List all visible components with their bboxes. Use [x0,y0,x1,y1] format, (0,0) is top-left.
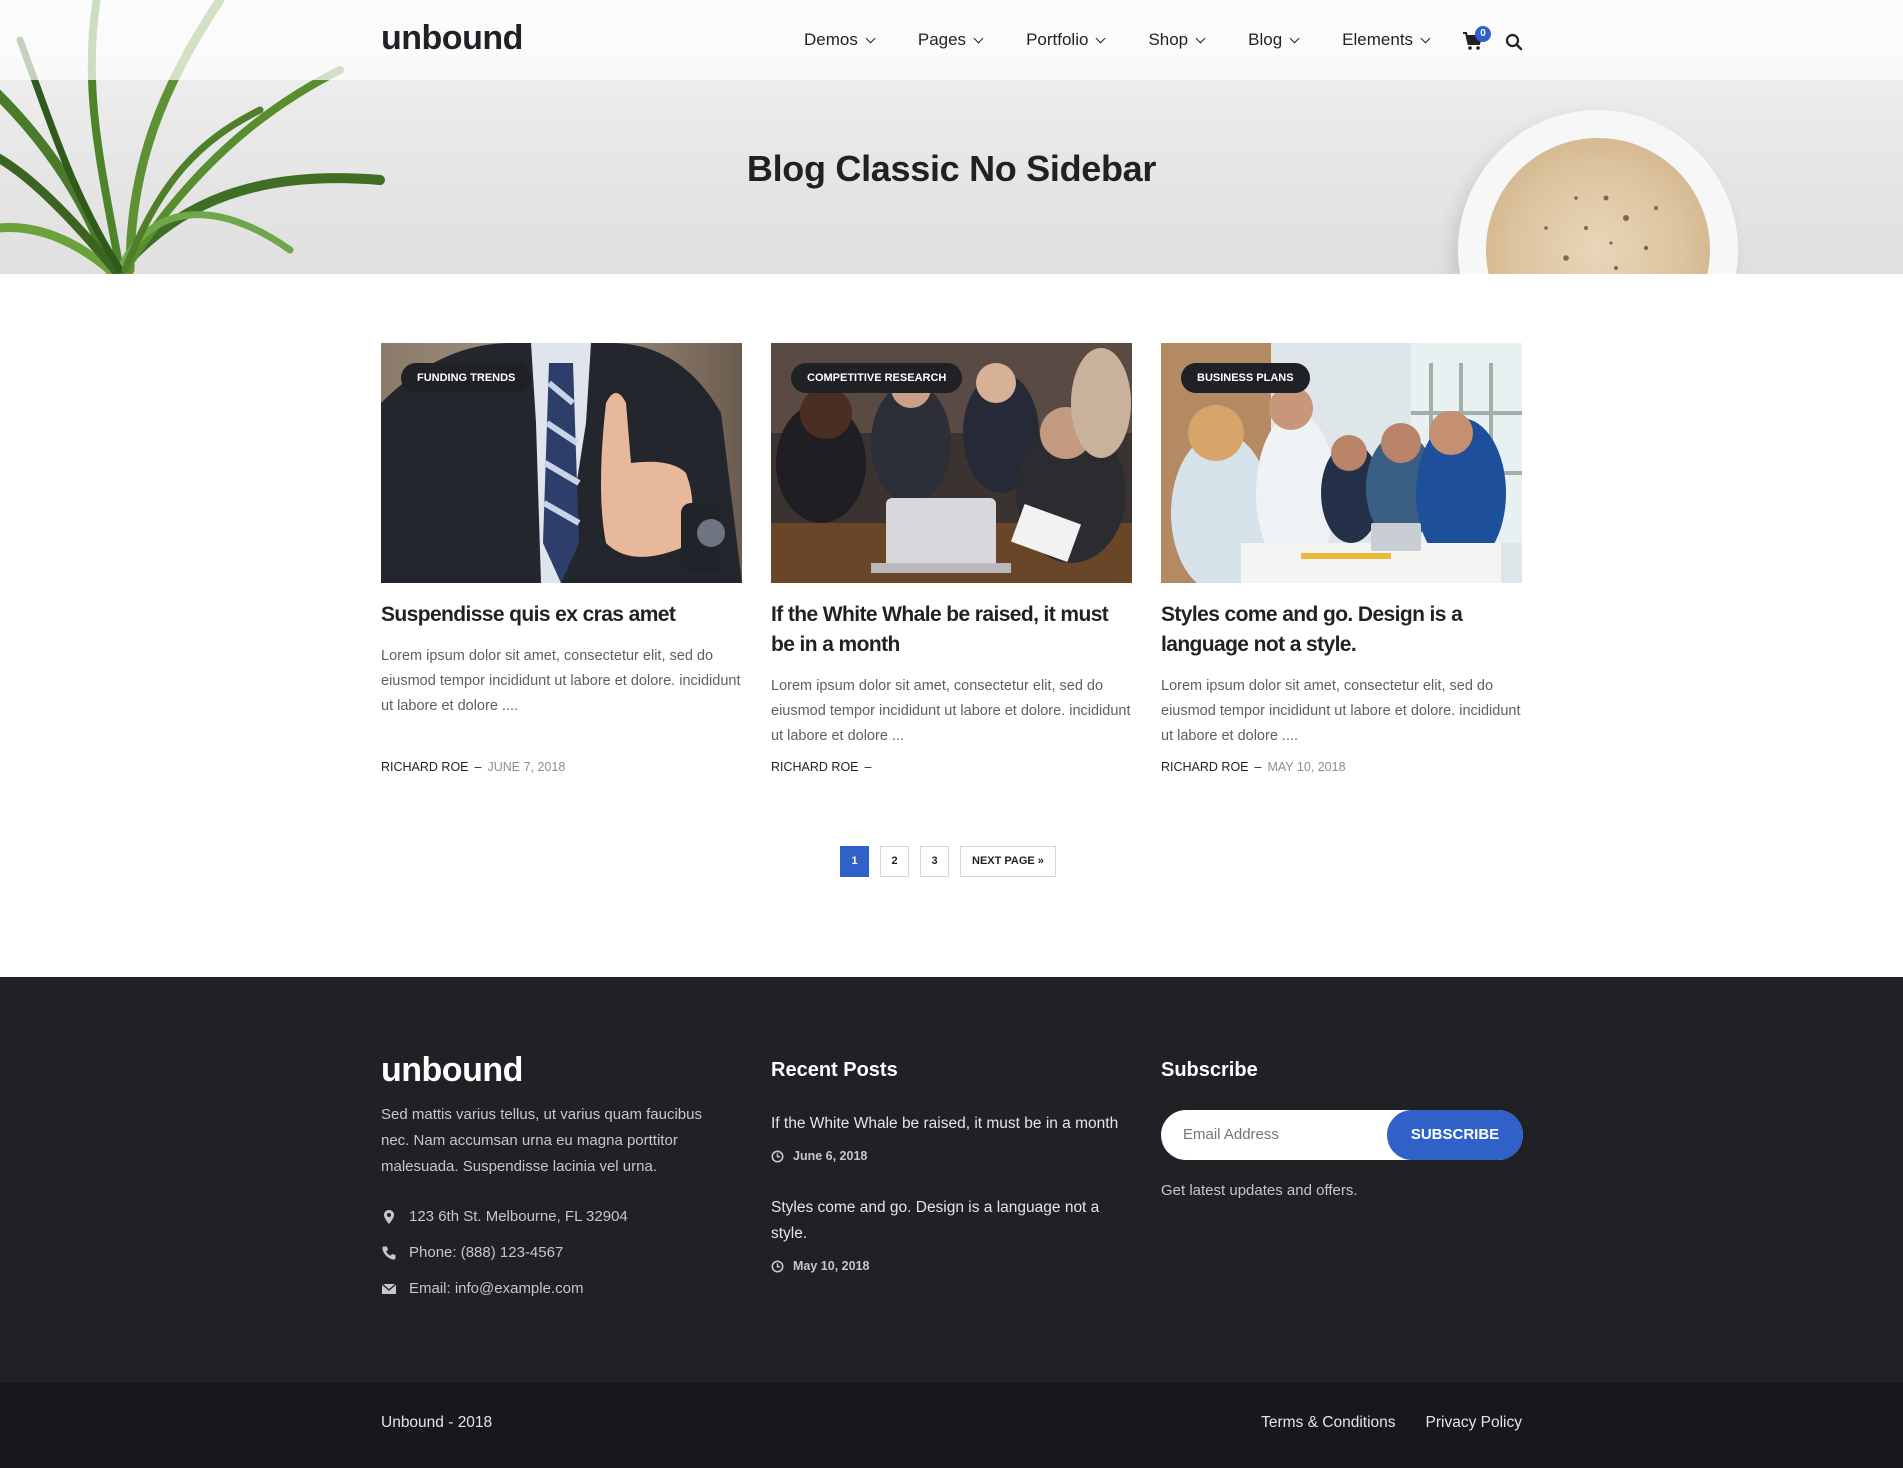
post-card: FUNDING TRENDS Suspendisse quis ex cras … [381,343,742,774]
footer: unbound Sed mattis varius tellus, ut var… [0,977,1903,1383]
chevron-down-icon [1289,33,1300,43]
footer-phone: Phone: (888) 123-4567 [381,1244,563,1261]
main-nav: Demos Pages Portfolio Shop Blog Elements [804,30,1473,50]
nav-item-portfolio[interactable]: Portfolio [1026,30,1106,50]
map-pin-icon [384,1209,394,1224]
post-author[interactable]: RICHARD ROE [1161,760,1249,774]
subscribe-button[interactable]: SUBSCRIBE [1387,1110,1523,1160]
copyright-text: Unbound - 2018 [381,1414,493,1431]
post-image[interactable]: FUNDING TRENDS [381,343,742,583]
post-date: MAY 10, 2018 [1267,760,1346,774]
chevron-down-icon [1195,33,1206,43]
recent-post-date-text: June 6, 2018 [793,1149,868,1163]
recent-post-date: June 6, 2018 [771,1149,867,1163]
post-card: BUSINESS PLANS Styles come and go. Desig… [1161,343,1522,774]
nav-label: Elements [1342,30,1414,49]
post-category-tag[interactable]: FUNDING TRENDS [401,363,532,393]
post-meta: RICHARD ROE – MAY 10, 2018 [1161,760,1346,774]
subscribe-form: SUBSCRIBE [1161,1110,1523,1160]
page-title: Blog Classic No Sidebar [746,148,1157,189]
subscribe-heading: Subscribe [1161,1059,1258,1081]
footer-logo[interactable]: unbound [381,1051,523,1090]
chevron-down-icon [973,33,984,43]
chevron-down-icon [865,33,876,43]
nav-item-shop[interactable]: Shop [1148,30,1206,50]
chevron-down-icon [1420,33,1431,43]
chevron-down-icon [1095,33,1106,43]
email-field[interactable] [1181,1110,1381,1160]
site-logo[interactable]: unbound [381,19,523,58]
post-title[interactable]: If the White Whale be raised, it must be… [771,600,1132,660]
post-author[interactable]: RICHARD ROE [381,760,469,774]
post-author[interactable]: RICHARD ROE [771,760,859,774]
email-text[interactable]: Email: info@example.com [409,1280,583,1297]
top-navbar: unbound Demos Pages Portfolio Shop Blog … [0,0,1903,80]
page-2-button[interactable]: 2 [880,846,909,877]
nav-item-pages[interactable]: Pages [917,30,984,50]
search-icon[interactable] [1505,33,1523,51]
cart-count-badge: 0 [1475,26,1491,42]
footer-links: Terms & Conditions Privacy Policy [1231,1414,1522,1432]
post-excerpt: Lorem ipsum dolor sit amet, consectetur … [771,678,1131,744]
recent-posts-heading: Recent Posts [771,1059,898,1081]
privacy-link[interactable]: Privacy Policy [1426,1414,1522,1432]
post-excerpt: Lorem ipsum dolor sit amet, consectetur … [381,648,741,714]
post-excerpt: Lorem ipsum dolor sit amet, consectetur … [1161,678,1521,744]
recent-post-date-text: May 10, 2018 [793,1259,870,1273]
post-category-tag[interactable]: COMPETITIVE RESEARCH [791,363,963,393]
nav-item-blog[interactable]: Blog [1248,30,1300,50]
clock-icon [771,1150,784,1162]
subscribe-note: Get latest updates and offers. [1161,1182,1358,1199]
post-meta: RICHARD ROE – [771,760,872,774]
recent-post-title[interactable]: If the White Whale be raised, it must be… [771,1111,1136,1137]
page-3-button[interactable]: 3 [920,846,949,877]
phone-text[interactable]: Phone: (888) 123-4567 [409,1244,563,1261]
post-image[interactable]: COMPETITIVE RESEARCH [771,343,1132,583]
footer-email: Email: info@example.com [381,1280,583,1297]
footer-bottom-bar: Unbound - 2018 Terms & Conditions Privac… [0,1383,1903,1468]
recent-post-date: May 10, 2018 [771,1259,869,1273]
envelope-icon [381,1282,397,1294]
nav-item-demos[interactable]: Demos [804,30,876,50]
clock-icon [771,1260,784,1272]
post-category-tag[interactable]: BUSINESS PLANS [1181,363,1310,393]
nav-label: Demos [804,30,858,49]
post-title[interactable]: Styles come and go. Design is a language… [1161,600,1522,660]
address-text: 123 6th St. Melbourne, FL 32904 [409,1208,628,1225]
nav-label: Pages [917,30,967,49]
nav-label: Shop [1148,30,1189,49]
nav-label: Portfolio [1026,30,1089,49]
terms-link[interactable]: Terms & Conditions [1261,1414,1395,1432]
post-card: COMPETITIVE RESEARCH If the White Whale … [771,343,1132,774]
post-meta: RICHARD ROE – JUNE 7, 2018 [381,760,566,774]
page-1-button[interactable]: 1 [840,846,869,877]
post-date: JUNE 7, 2018 [487,760,566,774]
nav-label: Blog [1248,30,1283,49]
nav-item-elements[interactable]: Elements [1342,30,1431,50]
recent-post-title[interactable]: Styles come and go. Design is a language… [771,1195,1136,1247]
next-page-button[interactable]: NEXT PAGE » [960,846,1056,877]
phone-icon [382,1246,396,1260]
pagination: 1 2 3 NEXT PAGE » [840,846,1067,877]
post-title[interactable]: Suspendisse quis ex cras amet [381,600,742,630]
footer-address: 123 6th St. Melbourne, FL 32904 [381,1208,628,1225]
footer-about-text: Sed mattis varius tellus, ut varius quam… [381,1106,702,1175]
post-image[interactable]: BUSINESS PLANS [1161,343,1522,583]
